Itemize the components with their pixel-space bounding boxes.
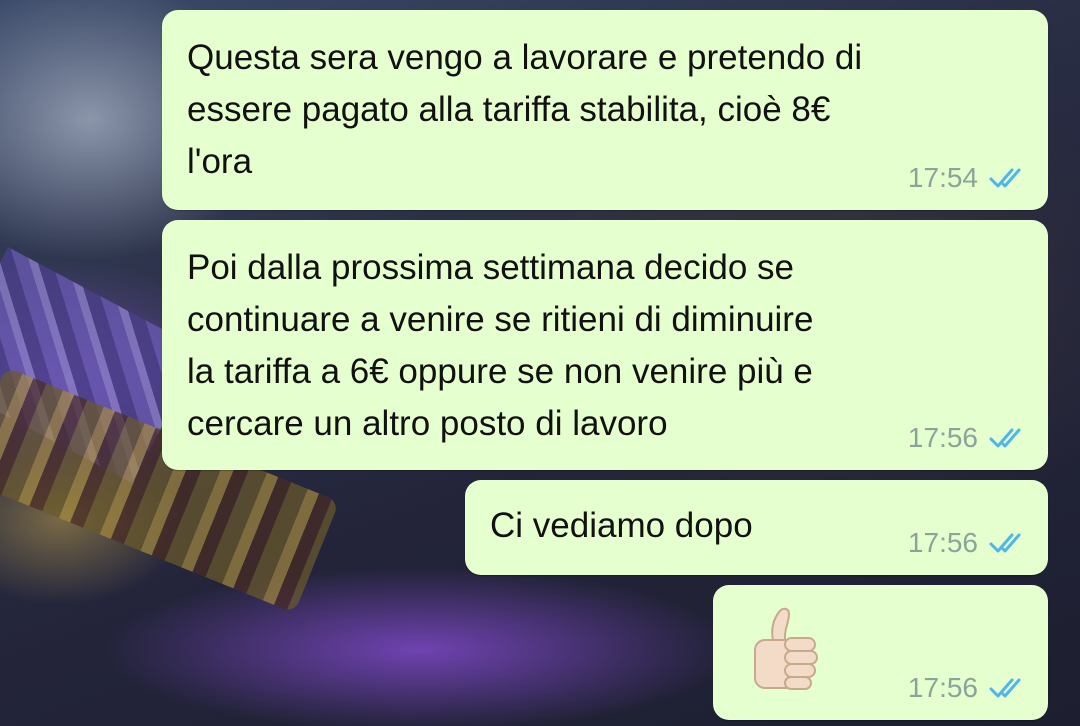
message-bubble-outgoing[interactable]: Ci vediamo dopo 17:56 [465, 480, 1048, 575]
message-meta: 17:56 [908, 422, 1028, 454]
message-meta: 17:56 [908, 672, 1028, 704]
message-meta: 17:54 [908, 162, 1028, 194]
message-meta: 17:56 [908, 527, 1028, 559]
message-text: Questa sera vengo a lavorare e pretendo … [187, 38, 863, 181]
message-timestamp: 17:56 [907, 422, 978, 453]
read-double-check-icon [988, 166, 1028, 190]
message-bubble-outgoing[interactable]: Questa sera vengo a lavorare e pretendo … [162, 10, 1048, 210]
message-timestamp: 17:56 [907, 672, 978, 703]
thumbs-up-icon [735, 600, 835, 705]
message-timestamp: 17:54 [907, 162, 978, 193]
message-bubble-outgoing[interactable]: 17:56 [713, 585, 1048, 720]
read-double-check-icon [988, 676, 1028, 700]
message-bubble-outgoing[interactable]: Poi dalla prossima settimana decido se c… [162, 220, 1048, 470]
message-text: Poi dalla prossima settimana decido se c… [187, 248, 814, 443]
message-text: Ci vediamo dopo [490, 506, 753, 545]
read-double-check-icon [988, 426, 1028, 450]
message-timestamp: 17:56 [907, 527, 978, 558]
read-double-check-icon [988, 531, 1028, 555]
